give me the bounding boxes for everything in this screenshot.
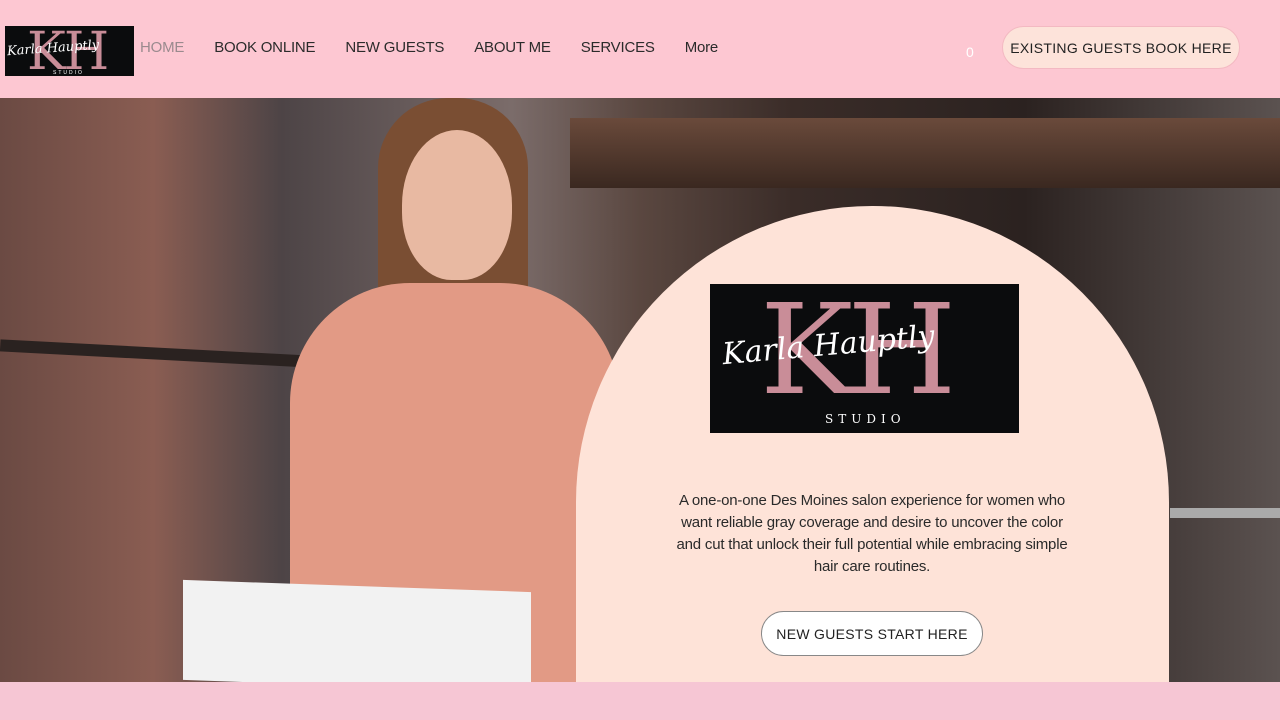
background-railing-right bbox=[1170, 508, 1280, 518]
nav-services[interactable]: SERVICES bbox=[581, 38, 655, 58]
existing-guests-book-button[interactable]: EXISTING GUESTS BOOK HERE bbox=[1002, 26, 1240, 69]
background-railing bbox=[0, 339, 331, 369]
hero-photo-shopping-bag bbox=[183, 579, 531, 682]
logo-studio: STUDIO bbox=[53, 70, 84, 76]
cart-count[interactable]: 0 bbox=[966, 44, 974, 60]
nav-book-online[interactable]: BOOK ONLINE bbox=[214, 38, 315, 58]
hero-tagline: A one-on-one Des Moines salon experience… bbox=[676, 492, 1068, 575]
nav-home[interactable]: HOME bbox=[140, 38, 184, 58]
background-roof bbox=[570, 118, 1280, 188]
nav-new-guests[interactable]: NEW GUESTS bbox=[345, 38, 444, 58]
hero-photo-face bbox=[402, 130, 512, 280]
nav-more[interactable]: More bbox=[685, 38, 719, 58]
nav-about-me[interactable]: ABOUT ME bbox=[474, 38, 551, 58]
new-guests-start-button[interactable]: NEW GUESTS START HERE bbox=[761, 611, 983, 656]
hero-logo: KH Karla Hauptly STUDIO bbox=[710, 284, 1019, 433]
header-logo[interactable]: KH Karla Hauptly STUDIO bbox=[5, 26, 134, 76]
main-nav: HOME BOOK ONLINE NEW GUESTS ABOUT ME SER… bbox=[140, 38, 748, 58]
bottom-band bbox=[0, 682, 1280, 720]
site-header: KH Karla Hauptly STUDIO HOME BOOK ONLINE… bbox=[0, 0, 1280, 98]
hero-logo-studio: STUDIO bbox=[825, 412, 906, 426]
